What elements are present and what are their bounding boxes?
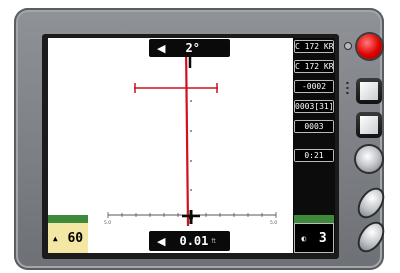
speed-up-arrow-icon: ▲ — [52, 233, 58, 243]
section-value: 3 — [318, 230, 327, 246]
track-dot — [190, 160, 192, 162]
record-button[interactable] — [357, 34, 382, 59]
status-field-3[interactable]: -0002 — [294, 80, 334, 93]
section-icon: ◐ — [301, 233, 307, 243]
function-button-1[interactable] — [356, 78, 382, 104]
speed-box-header — [48, 215, 88, 223]
speed-box[interactable]: ▲ 60 — [48, 215, 88, 253]
speed-value: 60 — [67, 230, 84, 246]
status-field-4-value: 0003[31] — [294, 100, 334, 113]
track-dot — [190, 130, 192, 132]
heading-left-arrow-icon[interactable]: ◀ — [157, 42, 165, 55]
offset-value: 0.01 — [179, 234, 209, 248]
status-field-3-value: -0002 — [294, 80, 334, 93]
scale-label-left: 5.0 — [104, 220, 111, 226]
status-field-5[interactable]: 0003 — [294, 120, 334, 133]
guidance-view: 5.0 5.0 — [104, 43, 277, 227]
heading-readout[interactable]: ◀ 2° — [149, 39, 230, 57]
status-field-2[interactable]: C 172 KR — [294, 60, 334, 73]
status-panel: C 172 KR C 172 KR -0002 0003[31] 0003 0:… — [293, 38, 335, 253]
timer-field-value: 0:21 — [294, 149, 334, 162]
status-field-2-value: C 172 KR — [294, 60, 334, 73]
guidance-screen: 5.0 5.0 ◀ 2° ◀ 0.01 ft ▲ 60 C 172 KR C 1… — [48, 38, 335, 253]
track-dot — [190, 100, 192, 102]
scale-label-right: 5.0 — [270, 220, 277, 226]
guidance-line — [184, 43, 190, 227]
vehicle-icon — [182, 210, 200, 224]
offset-left-arrow-icon[interactable]: ◀ — [157, 235, 165, 248]
power-indicator-icon — [344, 42, 352, 50]
label-dots: ▪ ▪ ▪ — [346, 80, 349, 95]
function-button-2[interactable] — [356, 112, 382, 138]
status-field-1-value: C 172 KR — [294, 40, 334, 53]
control-knob[interactable] — [356, 146, 382, 172]
offset-unit: ft — [211, 237, 216, 245]
timer-field[interactable]: 0:21 — [294, 149, 334, 162]
section-box-header — [294, 215, 334, 223]
track-dot — [190, 189, 192, 191]
status-field-5-value: 0003 — [294, 120, 334, 133]
section-box[interactable]: ◐ 3 — [294, 215, 334, 253]
status-field-1[interactable]: C 172 KR — [294, 40, 334, 53]
offset-readout[interactable]: ◀ 0.01 ft — [149, 231, 230, 251]
status-field-4[interactable]: 0003[31] — [294, 100, 334, 113]
heading-value: 2° — [185, 41, 200, 55]
